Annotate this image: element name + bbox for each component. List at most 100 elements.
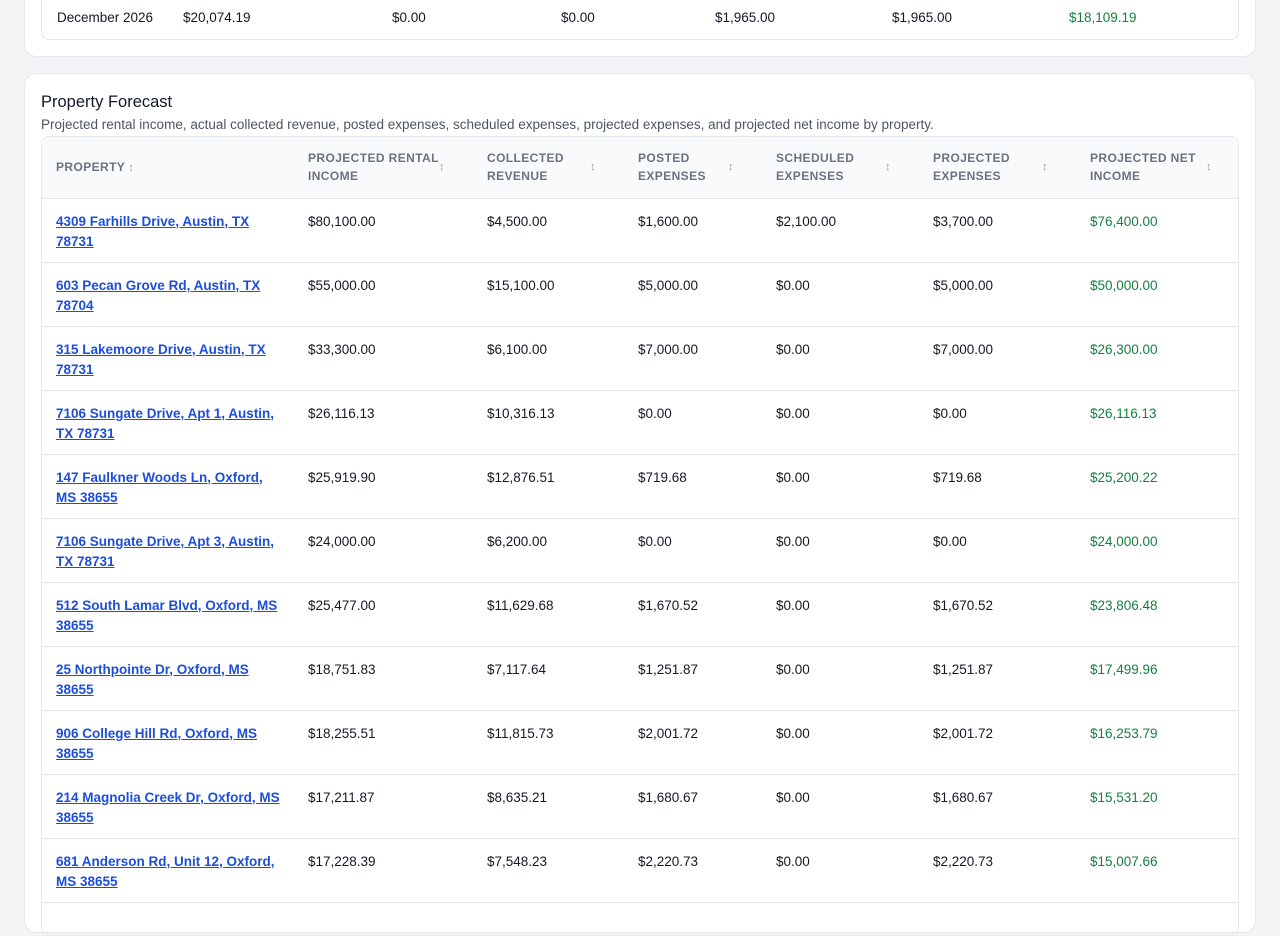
projected-expenses-cell: $2,001.72 xyxy=(933,725,994,741)
table-row: 603 Pecan Grove Rd, Austin, TX 78704 $55,… xyxy=(42,262,1238,326)
sort-updown-icon[interactable]: ↕ xyxy=(728,158,734,176)
table-row: December 2026 $20,074.19 $0.00 $0.00 $1,… xyxy=(42,1,1238,39)
section-subtitle: Projected rental income, actual collecte… xyxy=(41,117,934,132)
projected-net-income-cell: $26,300.00 xyxy=(1090,341,1158,357)
scheduled-expenses-cell: $0.00 xyxy=(776,597,810,613)
property-link[interactable]: 512 South Lamar Blvd, Oxford, MS 38655 xyxy=(56,598,277,633)
scheduled-expenses-cell: $0.00 xyxy=(776,277,810,293)
posted-expenses-cell: $7,000.00 xyxy=(638,341,699,357)
sort-updown-icon[interactable]: ↕ xyxy=(1206,158,1212,176)
monthly-forecast-card: December 2026 $20,074.19 $0.00 $0.00 $1,… xyxy=(24,0,1256,57)
column-header-projected-net-income[interactable]: Projected Net Income ↕ xyxy=(1076,137,1238,198)
scheduled-expenses-cell: $1,965.00 xyxy=(715,10,776,25)
projected-expenses-cell: $5,000.00 xyxy=(933,277,994,293)
posted-expenses-cell: $2,220.73 xyxy=(638,853,699,869)
column-header-label: Posted Expenses xyxy=(638,151,706,184)
collected-revenue-cell: $10,316.13 xyxy=(487,405,555,421)
property-link[interactable]: 315 Lakemoore Drive, Austin, TX 78731 xyxy=(56,342,266,377)
table-row: 512 South Lamar Blvd, Oxford, MS 38655 $2… xyxy=(42,582,1238,646)
projected-net-income-cell: $23,806.48 xyxy=(1090,597,1158,613)
property-cell: 315 Lakemoore Drive, Austin, TX 78731 xyxy=(42,326,294,390)
table-row: 7106 Sungate Drive, Apt 3, Austin, TX 78… xyxy=(42,518,1238,582)
projected-rental-income-cell: $17,211.87 xyxy=(308,789,375,805)
collected-revenue-cell: $7,548.23 xyxy=(487,853,548,869)
column-header-scheduled-expenses[interactable]: Scheduled Expenses ↕ xyxy=(762,137,919,198)
sort-updown-icon[interactable]: ↕ xyxy=(885,158,891,176)
sort-updown-icon[interactable]: ↕ xyxy=(1042,158,1048,176)
property-link[interactable]: 906 College Hill Rd, Oxford, MS 38655 xyxy=(56,726,257,761)
collected-revenue-cell: $12,876.51 xyxy=(487,469,555,485)
section-title: Property Forecast xyxy=(41,93,173,111)
scheduled-expenses-cell: $0.00 xyxy=(776,661,810,677)
property-cell: 7106 Sungate Drive, Apt 1, Austin, TX 78… xyxy=(42,390,294,454)
projected-expenses-cell: $1,680.67 xyxy=(933,789,994,805)
table-row: 7106 Sungate Drive, Apt 1, Austin, TX 78… xyxy=(42,390,1238,454)
column-header-collected-revenue[interactable]: Collected Revenue ↕ xyxy=(473,137,624,198)
table-row: 906 College Hill Rd, Oxford, MS 38655 $18… xyxy=(42,710,1238,774)
column-header-projected-rental-income[interactable]: Projected Rental Income ↕ xyxy=(294,137,473,198)
projected-expenses-cell: $0.00 xyxy=(933,405,967,421)
projected-net-income-cell: $24,000.00 xyxy=(1090,533,1158,549)
scheduled-expenses-cell: $0.00 xyxy=(776,725,810,741)
property-cell: 214 Magnolia Creek Dr, Oxford, MS 38655 xyxy=(42,774,294,838)
table-header-row: Property ↕ Projected Rental Income ↕ Colle… xyxy=(42,137,1238,198)
property-cell: 681 Anderson Rd, Unit 12, Oxford, MS 386… xyxy=(42,838,294,902)
collected-revenue-cell: $15,100.00 xyxy=(487,277,555,293)
posted-expenses-cell: $719.68 xyxy=(638,469,687,485)
projected-rental-income-cell: $18,751.83 xyxy=(308,661,376,677)
projected-expenses-cell: $7,000.00 xyxy=(933,341,994,357)
projected-net-income-cell: $18,109.19 xyxy=(1069,10,1137,25)
property-cell: 906 College Hill Rd, Oxford, MS 38655 xyxy=(42,710,294,774)
posted-expenses-cell: $1,670.52 xyxy=(638,597,699,613)
table-row: 147 Faulkner Woods Ln, Oxford, MS 38655 $… xyxy=(42,454,1238,518)
property-cell: 603 Pecan Grove Rd, Austin, TX 78704 xyxy=(42,262,294,326)
property-link[interactable]: 681 Anderson Rd, Unit 12, Oxford, MS 386… xyxy=(56,854,275,889)
scheduled-expenses-cell: $0.00 xyxy=(776,341,810,357)
posted-expenses-cell: $0.00 xyxy=(561,10,595,25)
scheduled-expenses-cell: $2,100.00 xyxy=(776,213,837,229)
projected-rental-income-cell: $55,000.00 xyxy=(308,277,376,293)
column-header-label: Scheduled Expenses xyxy=(776,151,855,184)
projected-rental-income-cell: $25,919.90 xyxy=(308,469,376,485)
column-header-property[interactable]: Property ↕ xyxy=(42,137,294,198)
column-header-label: Projected Net Income xyxy=(1090,151,1196,184)
property-link[interactable]: 7106 Sungate Drive, Apt 1, Austin, TX 78… xyxy=(56,406,274,441)
sort-updown-icon[interactable]: ↕ xyxy=(439,158,445,176)
column-header-posted-expenses[interactable]: Posted Expenses ↕ xyxy=(624,137,762,198)
projected-expenses-cell: $3,700.00 xyxy=(933,213,994,229)
sort-updown-icon[interactable]: ↕ xyxy=(590,158,596,176)
scheduled-expenses-cell: $0.00 xyxy=(776,853,810,869)
monthly-forecast-table: December 2026 $20,074.19 $0.00 $0.00 $1,… xyxy=(41,0,1239,40)
scheduled-expenses-cell: $0.00 xyxy=(776,789,810,805)
property-cell: 7106 Sungate Drive, Apt 3, Austin, TX 78… xyxy=(42,518,294,582)
posted-expenses-cell: $1,251.87 xyxy=(638,661,699,677)
property-link[interactable]: 214 Magnolia Creek Dr, Oxford, MS 38655 xyxy=(56,790,280,825)
collected-revenue-cell: $6,100.00 xyxy=(487,341,548,357)
property-link[interactable]: 603 Pecan Grove Rd, Austin, TX 78704 xyxy=(56,278,260,313)
collected-revenue-cell: $7,117.64 xyxy=(487,661,547,677)
posted-expenses-cell: $1,680.67 xyxy=(638,789,699,805)
property-link[interactable]: 25 Northpointe Dr, Oxford, MS 38655 xyxy=(56,662,249,697)
property-cell: 4309 Farhills Drive, Austin, TX 78731 xyxy=(42,198,294,262)
property-link[interactable]: 4309 Farhills Drive, Austin, TX 78731 xyxy=(56,214,249,249)
property-link[interactable]: 7106 Sungate Drive, Apt 3, Austin, TX 78… xyxy=(56,534,274,569)
collected-revenue-cell: $11,629.68 xyxy=(487,597,554,613)
projected-expenses-cell: $0.00 xyxy=(933,533,967,549)
projected-net-income-cell: $15,007.66 xyxy=(1090,853,1158,869)
table-row: 4309 Farhills Drive, Austin, TX 78731 $80… xyxy=(42,198,1238,262)
projected-net-income-cell: $26,116.13 xyxy=(1090,405,1157,421)
column-header-label: Projected Expenses xyxy=(933,151,1010,184)
projected-net-income-cell: $50,000.00 xyxy=(1090,277,1158,293)
collected-revenue-cell: $8,635.21 xyxy=(487,789,548,805)
posted-expenses-cell: $1,600.00 xyxy=(638,213,699,229)
column-header-projected-expenses[interactable]: Projected Expenses ↕ xyxy=(919,137,1076,198)
table-row: 681 Anderson Rd, Unit 12, Oxford, MS 386… xyxy=(42,838,1238,902)
column-header-label: Collected Revenue xyxy=(487,151,564,184)
projected-rental-income-cell: $18,255.51 xyxy=(308,725,376,741)
property-link[interactable]: 147 Faulkner Woods Ln, Oxford, MS 38655 xyxy=(56,470,263,505)
posted-expenses-cell: $5,000.00 xyxy=(638,277,699,293)
sort-updown-icon[interactable]: ↕ xyxy=(128,162,134,174)
projected-rental-income-cell: $26,116.13 xyxy=(308,405,375,421)
table-row: 214 Magnolia Creek Dr, Oxford, MS 38655 $… xyxy=(42,774,1238,838)
property-cell: 147 Faulkner Woods Ln, Oxford, MS 38655 xyxy=(42,454,294,518)
